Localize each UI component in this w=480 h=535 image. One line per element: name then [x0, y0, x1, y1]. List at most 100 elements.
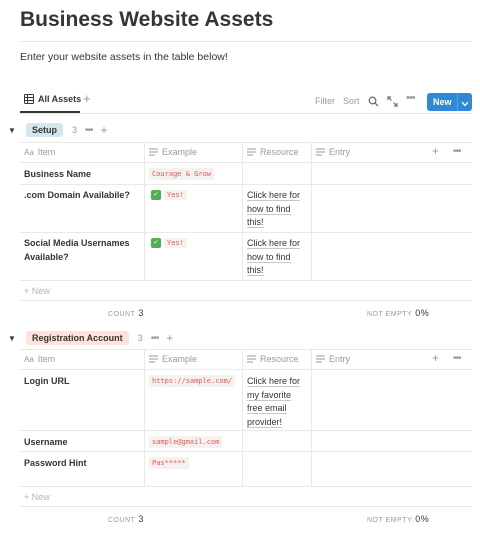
- column-header-item[interactable]: Aa Item: [24, 354, 55, 364]
- resource-link-text: Click here for my favorite free email pr…: [247, 376, 301, 428]
- title-divider: [20, 41, 472, 42]
- item-cell[interactable]: .com Domain Availabile?: [24, 189, 142, 203]
- column-label: Item: [37, 354, 56, 364]
- column-more-icon[interactable]: •••: [453, 146, 461, 157]
- search-icon[interactable]: [368, 94, 379, 112]
- group-header: ▼ Registration Account 3 ••• +: [8, 330, 173, 346]
- text-lines-icon: [247, 148, 256, 156]
- title-type-icon: Aa: [24, 147, 34, 157]
- column-divider: [242, 349, 243, 486]
- group-header: ▼ Setup 3 ••• +: [8, 122, 108, 138]
- item-cell[interactable]: Social Media Usernames Available?: [24, 237, 142, 264]
- group-add-button[interactable]: +: [101, 123, 108, 137]
- item-cell[interactable]: Login URL: [24, 375, 142, 389]
- group-more-icon[interactable]: •••: [85, 125, 93, 136]
- row-divider: [20, 430, 472, 431]
- text-lines-icon: [149, 355, 158, 363]
- count-label: COUNT: [108, 517, 136, 524]
- not-empty-label: NOT EMPTY: [367, 311, 413, 318]
- column-label: Entry: [329, 354, 351, 364]
- example-code[interactable]: Pas*****: [149, 457, 189, 469]
- not-empty-value: 0%: [415, 514, 430, 524]
- example-code: Yes!: [164, 190, 187, 200]
- page-description: Enter your website assets in the table b…: [20, 51, 228, 63]
- count-label: COUNT: [108, 311, 136, 318]
- filter-button[interactable]: Filter: [315, 96, 335, 106]
- not-empty-summary[interactable]: NOT EMPTY 0%: [367, 514, 429, 524]
- column-header-entry[interactable]: Entry: [316, 354, 350, 364]
- column-header-example[interactable]: Example: [149, 354, 197, 364]
- count-summary[interactable]: COUNT 3: [108, 308, 144, 318]
- count-summary[interactable]: COUNT 3: [108, 514, 144, 524]
- example-code[interactable]: Courage & Grow: [149, 168, 215, 180]
- column-header-entry[interactable]: Entry: [316, 147, 350, 157]
- resource-link-text: Click here for how to find this!: [247, 238, 301, 276]
- row-divider: [20, 451, 472, 452]
- count-value: 3: [138, 514, 144, 524]
- item-cell[interactable]: Business Name: [24, 168, 142, 182]
- column-label: Item: [37, 147, 56, 157]
- row-divider: [20, 232, 472, 233]
- toggle-caret-icon[interactable]: ▼: [8, 334, 26, 343]
- row-divider: [20, 184, 472, 185]
- chevron-down-icon[interactable]: [461, 99, 469, 109]
- column-header-resource[interactable]: Resource: [247, 147, 299, 157]
- group-count: 3: [137, 333, 143, 343]
- not-empty-summary[interactable]: NOT EMPTY 0%: [367, 308, 429, 318]
- resource-link[interactable]: Click here for how to find this!: [247, 189, 307, 230]
- page-title: Business Website Assets: [20, 8, 274, 31]
- resource-link[interactable]: Click here for my favorite free email pr…: [247, 375, 307, 429]
- example-code: Yes!: [164, 238, 187, 248]
- sort-button[interactable]: Sort: [343, 96, 360, 106]
- new-button-label: New: [433, 97, 452, 107]
- text-lines-icon: [247, 355, 256, 363]
- group-more-icon[interactable]: •••: [151, 333, 159, 344]
- row-divider: [20, 506, 472, 507]
- tab-label: All Assets: [38, 94, 82, 104]
- column-more-icon[interactable]: •••: [453, 353, 461, 364]
- column-label: Example: [162, 147, 198, 157]
- resource-link-text: Click here for how to find this!: [247, 190, 301, 228]
- column-header-example[interactable]: Example: [149, 147, 197, 157]
- row-divider: [20, 142, 472, 143]
- new-button[interactable]: New: [427, 93, 472, 111]
- row-divider: [20, 486, 472, 487]
- table-icon: [24, 94, 34, 104]
- add-row-button[interactable]: + New: [24, 492, 50, 502]
- example-check[interactable]: ✓ Yes!: [151, 190, 187, 200]
- check-icon: ✓: [151, 238, 161, 248]
- not-empty-label: NOT EMPTY: [367, 517, 413, 524]
- add-view-button[interactable]: +: [83, 91, 91, 106]
- column-divider: [242, 142, 243, 280]
- expand-icon[interactable]: [387, 94, 398, 112]
- view-toolbar: All Assets + Filter Sort ••• New: [20, 90, 472, 114]
- text-lines-icon: [149, 148, 158, 156]
- column-header-item[interactable]: Aa Item: [24, 147, 55, 157]
- more-options-icon[interactable]: •••: [406, 92, 416, 104]
- column-label: Resource: [260, 147, 299, 157]
- tab-all-assets[interactable]: All Assets: [24, 94, 81, 104]
- resource-link[interactable]: Click here for how to find this!: [247, 237, 307, 278]
- add-row-button[interactable]: + New: [24, 286, 50, 296]
- text-lines-icon: [316, 355, 325, 363]
- toggle-caret-icon[interactable]: ▼: [8, 126, 26, 135]
- title-type-icon: Aa: [24, 354, 34, 364]
- row-divider: [20, 349, 472, 350]
- example-code[interactable]: https://sample.com/: [149, 375, 236, 387]
- add-column-button[interactable]: +: [432, 144, 439, 158]
- column-label: Resource: [260, 354, 299, 364]
- item-cell[interactable]: Password Hint: [24, 457, 142, 471]
- row-divider: [20, 280, 472, 281]
- example-code[interactable]: sample@gmail.com: [149, 436, 223, 448]
- text-lines-icon: [316, 148, 325, 156]
- check-icon: ✓: [151, 190, 161, 200]
- group-label: Setup: [26, 123, 64, 137]
- add-column-button[interactable]: +: [432, 351, 439, 365]
- group-add-button[interactable]: +: [166, 331, 173, 345]
- item-cell[interactable]: Username: [24, 436, 142, 450]
- column-header-resource[interactable]: Resource: [247, 354, 299, 364]
- example-check[interactable]: ✓ Yes!: [151, 238, 187, 248]
- row-divider: [20, 300, 472, 301]
- viewbar-divider: [20, 113, 472, 114]
- new-button-divider: [457, 93, 458, 111]
